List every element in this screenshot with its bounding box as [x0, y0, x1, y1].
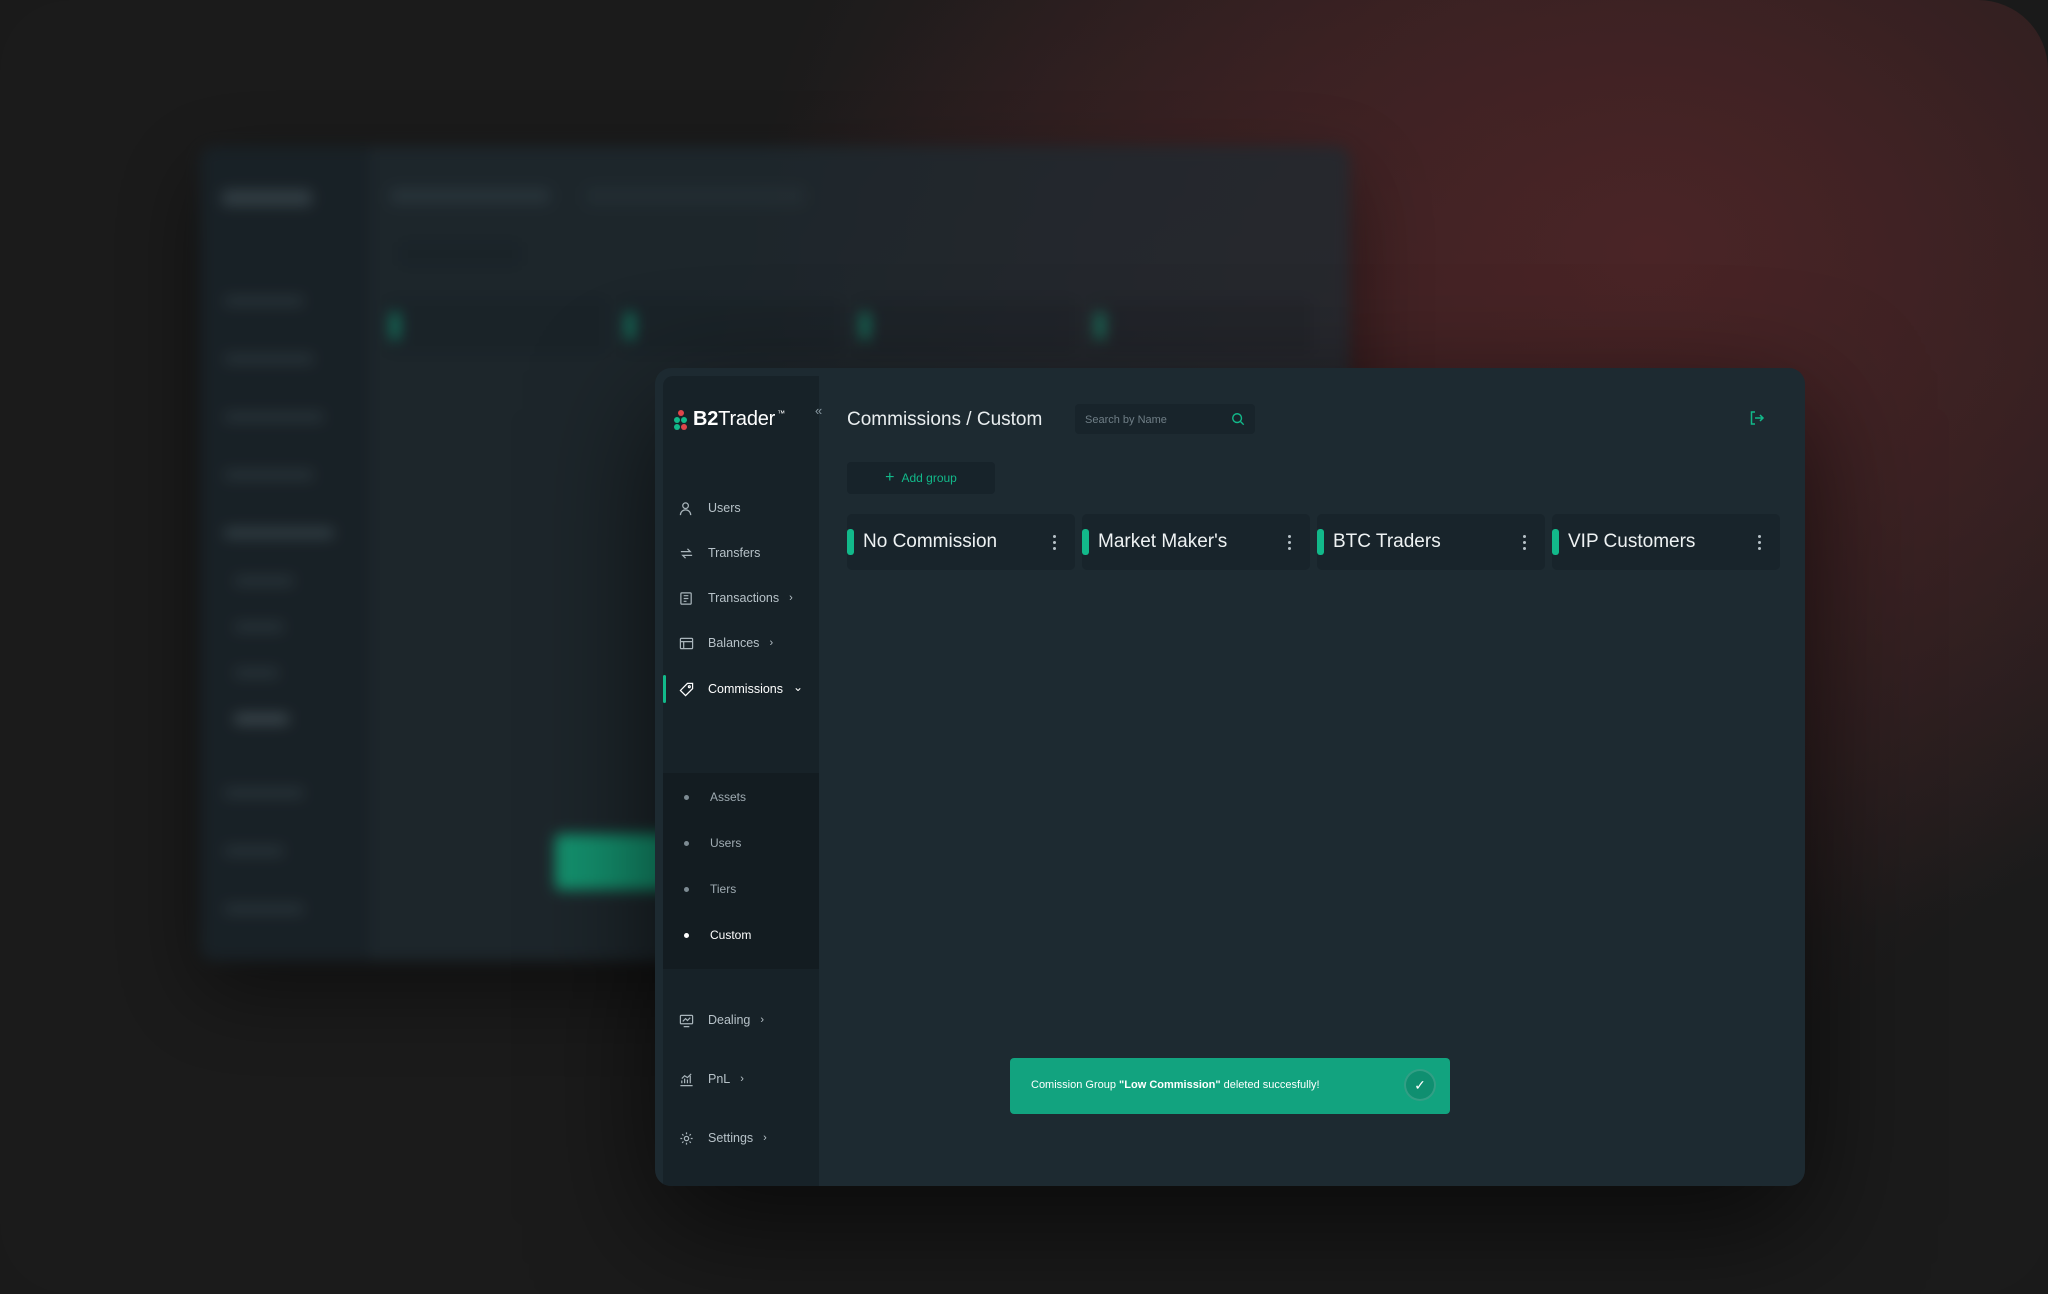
group-name: No Commission: [863, 531, 998, 552]
success-toast: Comission Group "Low Commission" deleted…: [1010, 1058, 1450, 1114]
sidebar-item-dealing[interactable]: Dealing ›: [663, 998, 819, 1042]
search-icon[interactable]: [1231, 412, 1245, 431]
sidebar-item-label: Settings: [708, 1131, 754, 1145]
sidebar-item-label: PnL: [708, 1072, 731, 1086]
background-nav-line: [224, 788, 304, 798]
submenu-item-custom[interactable]: Custom: [663, 915, 819, 955]
chevron-right-icon: ›: [769, 637, 774, 649]
sidebar-item-users[interactable]: Users: [663, 486, 819, 530]
add-group-label: Add group: [901, 471, 957, 485]
group-card-no-commission[interactable]: No Commission: [847, 514, 1075, 570]
background-stage: B2Trader™ Users Transfers Transactions: [0, 0, 2048, 1294]
group-color-bar: [1552, 529, 1559, 555]
sidebar-item-label: Balances: [708, 636, 760, 650]
background-nav-line: [224, 296, 304, 306]
group-name: BTC Traders: [1333, 531, 1441, 552]
more-options-icon[interactable]: [1288, 535, 1292, 553]
submenu-item-users[interactable]: Users: [663, 823, 819, 863]
user-icon: [678, 500, 694, 516]
transactions-icon: [678, 590, 694, 606]
group-color-bar: [1082, 529, 1089, 555]
chevron-right-icon: ›: [789, 592, 793, 604]
more-options-icon[interactable]: [1758, 535, 1762, 553]
sidebar-item-balances[interactable]: Balances ›: [663, 621, 819, 665]
collapse-sidebar-icon[interactable]: «: [815, 403, 822, 418]
background-nav-line: [224, 846, 284, 856]
chart-icon: [678, 1071, 694, 1087]
balances-icon: [678, 635, 694, 651]
background-card: [855, 298, 1077, 354]
background-card: [1090, 298, 1312, 354]
background-nav-line: [224, 528, 334, 538]
submenu-item-label: Assets: [710, 790, 747, 804]
sidebar-item-transactions[interactable]: Transactions ›: [663, 576, 819, 620]
page-title: Commissions / Custom: [847, 409, 1043, 430]
chevron-right-icon: ›: [760, 1014, 765, 1026]
search-input[interactable]: [1075, 404, 1237, 436]
submenu-item-label: Tiers: [710, 882, 737, 896]
background-nav-line: [224, 904, 304, 914]
dealing-icon: [678, 1012, 694, 1028]
group-card-vip-customers[interactable]: VIP Customers: [1552, 514, 1780, 570]
brand-logo[interactable]: B2Trader ™: [674, 408, 785, 431]
transfer-icon: [678, 545, 694, 561]
chevron-down-icon: ⌄: [793, 679, 804, 694]
bullet-icon: [684, 840, 689, 846]
gear-icon: [678, 1130, 694, 1146]
toast-message: Comission Group "Low Commission" deleted…: [1031, 1079, 1320, 1091]
commissions-submenu: Assets Users Tiers Custom: [663, 773, 819, 969]
more-options-icon[interactable]: [1523, 535, 1527, 553]
chevron-right-icon: ›: [763, 1132, 767, 1144]
background-add-button: [400, 242, 520, 266]
sidebar-item-label: Transfers: [708, 546, 761, 560]
group-color-bar: [1317, 529, 1324, 555]
group-card-market-makers[interactable]: Market Maker's: [1082, 514, 1310, 570]
background-search: [585, 186, 805, 206]
submenu-item-tiers[interactable]: Tiers: [663, 869, 819, 909]
submenu-item-label: Users: [710, 836, 742, 850]
background-nav-line: [234, 576, 294, 586]
tag-icon: [678, 681, 694, 697]
logo-mark-icon: [674, 409, 688, 430]
background-title: [390, 188, 550, 204]
background-logo: [222, 190, 312, 206]
background-nav-line: [224, 470, 314, 480]
background-nav-line: [224, 354, 314, 364]
background-nav-line: [234, 622, 284, 632]
logout-icon[interactable]: [1749, 410, 1765, 431]
add-group-button[interactable]: + Add group: [847, 462, 995, 494]
search-box: [1075, 404, 1255, 436]
group-name: Market Maker's: [1098, 531, 1228, 552]
bullet-icon: [684, 886, 689, 892]
background-nav-line: [234, 668, 279, 678]
chevron-right-icon: ›: [740, 1073, 744, 1085]
app-window: B2Trader™ Users Transfers Transactions: [655, 368, 1805, 1186]
submenu-item-assets[interactable]: Assets: [663, 777, 819, 817]
more-options-icon[interactable]: [1053, 535, 1057, 553]
sidebar-item-settings[interactable]: Settings ›: [663, 1116, 819, 1160]
background-sidebar: [200, 146, 370, 961]
sidebar-item-label: Dealing: [708, 1013, 751, 1027]
background-card: [385, 298, 607, 354]
checkmark-icon[interactable]: ✓: [1404, 1069, 1436, 1101]
sidebar-item-transfers[interactable]: Transfers: [663, 531, 819, 575]
background-card: [620, 298, 842, 354]
brand-name: B2Trader ™: [693, 408, 785, 430]
sidebar-item-label: Commissions: [708, 682, 784, 696]
group-name: VIP Customers: [1568, 531, 1696, 552]
plus-icon: +: [885, 469, 895, 486]
group-card-btc-traders[interactable]: BTC Traders: [1317, 514, 1545, 570]
submenu-item-label: Custom: [710, 928, 752, 942]
group-color-bar: [847, 529, 854, 555]
sidebar-item-commissions[interactable]: Commissions ⌄: [663, 667, 819, 711]
sidebar-item-pnl[interactable]: PnL ›: [663, 1057, 819, 1101]
sidebar: B2Trader™ Users Transfers Transactions: [663, 376, 819, 1186]
bullet-icon: [684, 932, 689, 938]
sidebar-item-label: Users: [708, 501, 741, 515]
bullet-icon: [684, 794, 689, 800]
background-nav-line: [224, 412, 324, 422]
sidebar-item-label: Transactions: [708, 591, 780, 605]
background-nav-line: [234, 714, 289, 724]
